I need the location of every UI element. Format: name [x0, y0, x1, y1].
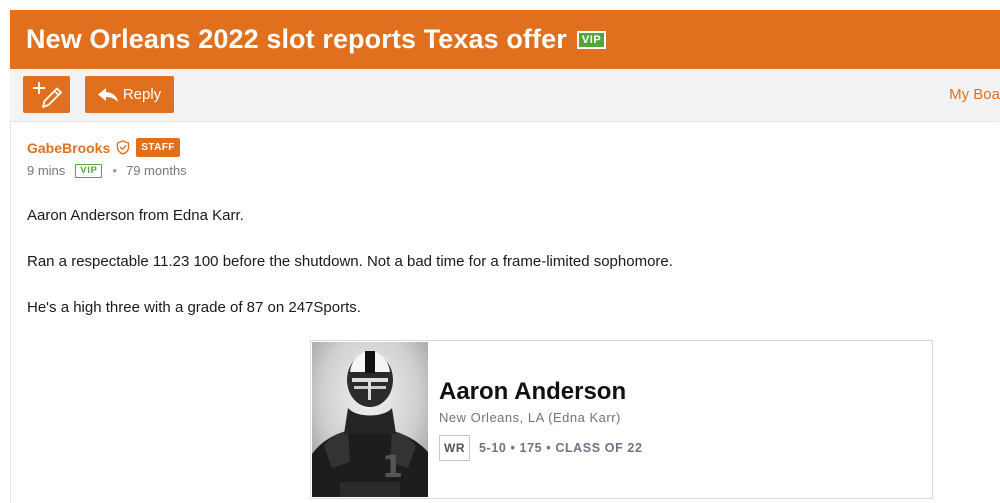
vip-badge: VIP — [576, 30, 607, 49]
post-paragraph: Aaron Anderson from Edna Karr. — [27, 207, 244, 224]
player-photo: 1 — [312, 342, 428, 497]
player-details: WR 5-10 • 175 • CLASS OF 22 — [439, 435, 643, 461]
shield-icon — [116, 140, 130, 155]
thread-header: New Orleans 2022 slot reports Texas offe… — [10, 10, 1000, 69]
staff-badge: STAFF — [136, 138, 180, 157]
reply-arrow-icon — [97, 87, 118, 102]
post-paragraph: He's a high three with a grade of 87 on … — [27, 299, 361, 316]
membership-duration: 79 months — [125, 163, 187, 178]
new-post-button[interactable] — [23, 76, 70, 113]
post-body: Aaron Anderson from Edna Karr. Ran a res… — [27, 206, 967, 344]
player-name[interactable]: Aaron Anderson — [439, 378, 626, 406]
post-paragraph: Ran a respectable 11.23 100 before the s… — [27, 253, 673, 270]
player-stats: 5-10 • 175 • CLASS OF 22 — [479, 441, 643, 455]
post-meta: 9 mins VIP • 79 months — [27, 163, 187, 178]
thread-toolbar: Reply My Boa — [10, 69, 1000, 121]
player-card[interactable]: 1 Aaron Anderson New Orleans, LA (Edna K… — [310, 340, 933, 499]
reply-label: Reply — [122, 86, 162, 103]
meta-separator: • — [112, 163, 117, 178]
forum-post: GabeBrooks STAFF 9 mins VIP • 79 months … — [10, 121, 999, 503]
thread-title: New Orleans 2022 slot reports Texas offe… — [26, 24, 567, 54]
position-badge: WR — [439, 435, 470, 461]
vip-badge: VIP — [75, 163, 103, 178]
reply-button[interactable]: Reply — [85, 76, 174, 113]
svg-text:1: 1 — [382, 450, 403, 485]
player-location: New Orleans, LA (Edna Karr) — [439, 410, 621, 425]
my-boards-link[interactable]: My Boa — [949, 86, 1000, 103]
pen-plus-icon — [32, 81, 62, 108]
author-row: GabeBrooks STAFF — [27, 138, 180, 157]
post-time: 9 mins — [27, 163, 66, 178]
author-name[interactable]: GabeBrooks — [27, 140, 110, 156]
